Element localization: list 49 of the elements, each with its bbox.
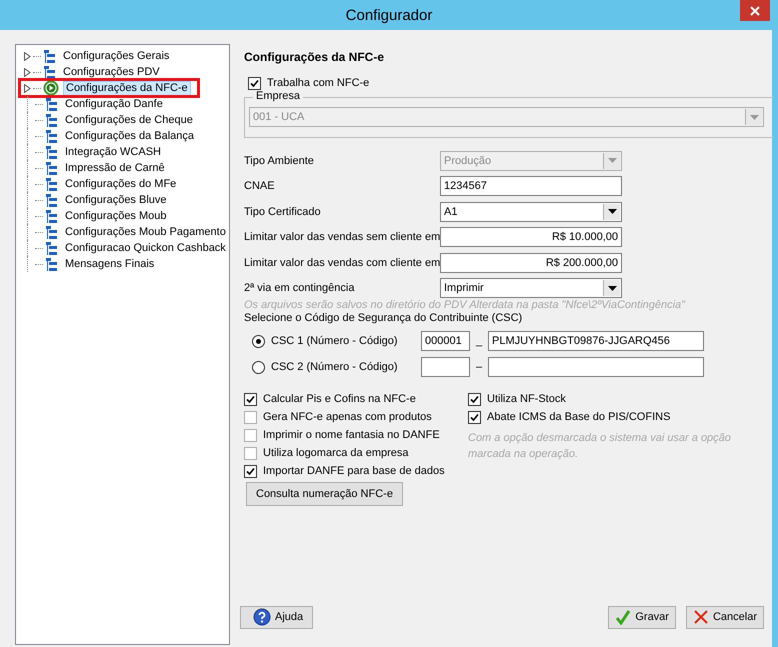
input-field[interactable]: 1234567 [440, 176, 622, 196]
save-button[interactable]: Gravar [608, 606, 676, 628]
tree-item[interactable]: Configurações do MFe [62, 176, 180, 192]
checkbox-label: Gera NFC-e apenas com produtos [263, 411, 432, 423]
tree-item[interactable]: Configurações da NFC-e [63, 80, 191, 96]
tree-item[interactable]: Configurações da Balança [62, 128, 198, 144]
tree-item[interactable]: Configurações Moub [62, 208, 170, 224]
field-label: 2ª via em contingência [244, 282, 356, 294]
input-field[interactable]: PLMJUYHNBGT09876-JJGARQ456 [488, 331, 704, 351]
checkbox-label: Abate ICMS da Base do PIS/COFINS [487, 411, 670, 423]
note-text: Com a opção desmarcada o sistema vai usar a opção marcada na operação. [468, 431, 732, 462]
window-title: Configurador [346, 6, 432, 24]
tree-item[interactable]: Configurações de Cheque [62, 112, 196, 128]
tree-item[interactable]: Configurações Bluve [62, 192, 170, 208]
separator-text: – [474, 361, 484, 373]
dropdown[interactable]: A1 [440, 202, 622, 222]
separator-text: _ [474, 335, 484, 347]
checkbox-label: Utiliza NF-Stock [487, 393, 566, 405]
hint-text: Os arquivos serão salvos no diretório do PDV Alterdata na pasta "Nfce\2ºViaContingência" [244, 299, 686, 311]
checkbox-label: Imprimir o nome fantasia no DANFE [263, 429, 440, 441]
field-label: Limitar valor das vendas sem cliente em [244, 231, 440, 244]
tree-item[interactable]: Configurações Gerais [60, 48, 172, 64]
tree-item[interactable]: Mensagens Finais [62, 256, 158, 272]
radio-label: CSC 2 (Número - Código) [271, 361, 399, 373]
tree-item[interactable]: Configuração Danfe [62, 96, 166, 112]
cancel-button[interactable]: Cancelar [686, 606, 764, 628]
field-label: Tipo Certificado [244, 206, 322, 218]
section-label: Selecione o Código de Segurança do Contribuinte (CSC) [244, 312, 524, 324]
tree-item[interactable]: Configurações PDV [60, 64, 163, 80]
field-label: Tipo Ambiente [244, 154, 315, 167]
checkbox-label: Importar DANFE para base de dados [263, 465, 445, 477]
radio-label: CSC 1 (Número - Código) [271, 335, 399, 347]
tree-item[interactable]: Configurações Moub Pagamento [62, 224, 229, 240]
section-heading: Configurações da NFC-e [244, 50, 386, 64]
input-field[interactable]: 000001 [421, 331, 470, 351]
input-field[interactable]: R$ 200.000,00 [440, 252, 622, 273]
field-label: CNAE [244, 180, 276, 192]
checkbox-label: Trabalha com NFC-e [267, 77, 370, 89]
group-legend: Empresa [253, 90, 304, 102]
tree-item[interactable]: Impressão de Carnê [62, 160, 168, 176]
consult-button[interactable]: Consulta numeração NFC-e [246, 482, 403, 506]
input-field[interactable]: R$ 10.000,00 [440, 227, 622, 248]
checkbox-label: Calcular Pis e Cofins na NFC-e [263, 393, 416, 405]
help-button[interactable]: Ajuda [240, 606, 313, 628]
checkbox-label: Utiliza logomarca da empresa [263, 447, 409, 459]
tree-item[interactable]: Integração WCASH [62, 144, 164, 160]
field-label: Limitar valor das vendas com cliente em [244, 256, 440, 269]
dropdown[interactable]: Imprimir [440, 278, 622, 298]
tree-item[interactable]: Configuracao Quickon Cashback [62, 240, 229, 256]
